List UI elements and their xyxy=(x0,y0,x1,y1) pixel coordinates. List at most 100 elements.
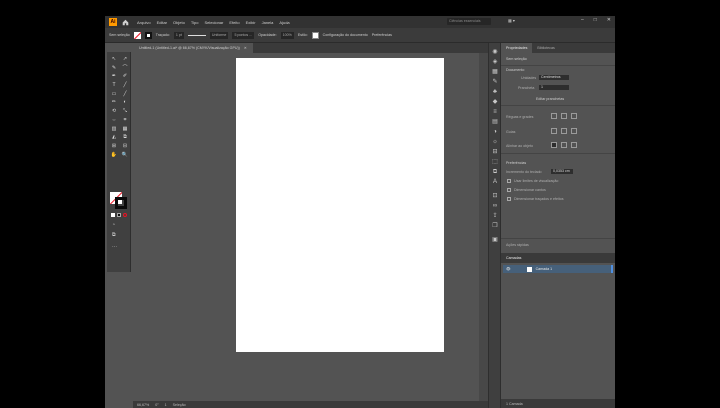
document-setup-button[interactable]: Configuração do documento xyxy=(323,33,368,37)
units-dropdown[interactable]: Centímetros xyxy=(539,75,569,80)
gradient-mode-icon[interactable] xyxy=(117,213,121,217)
transform-icon[interactable]: ⬚ xyxy=(492,159,498,165)
tool-button-7[interactable]: ╱ xyxy=(121,82,129,89)
canvas-area[interactable] xyxy=(133,53,479,401)
tab-properties[interactable]: Propriedades xyxy=(501,43,533,53)
symbols-icon[interactable]: ♣ xyxy=(492,89,498,95)
vertical-scrollbar[interactable] xyxy=(479,53,488,401)
asset-export-icon[interactable]: ⇪ xyxy=(492,213,498,219)
smart-guides-icon[interactable] xyxy=(571,128,577,134)
color-icon[interactable]: ◉ xyxy=(492,49,498,55)
tool-button-15[interactable]: ⌗ xyxy=(121,117,129,124)
menu-exibir[interactable]: Exibir xyxy=(246,20,256,25)
stroke-weight-field[interactable]: 1 pt xyxy=(173,31,184,39)
appearance-icon[interactable]: ☼ xyxy=(492,139,498,145)
rotation-field[interactable]: 0° xyxy=(155,403,158,407)
layer-name[interactable]: Camada 1 xyxy=(536,267,553,271)
tool-button-3[interactable]: ⌒ xyxy=(121,65,129,72)
tool-button-9[interactable]: ╱ xyxy=(121,91,129,98)
tool-button-5[interactable]: ✐ xyxy=(121,73,129,80)
zoom-field[interactable]: 66,67% xyxy=(137,403,149,407)
transparency-icon[interactable]: ◑ xyxy=(492,129,498,135)
tool-button-8[interactable]: ▭ xyxy=(110,91,118,98)
menu-efeito[interactable]: Efeito xyxy=(229,20,239,25)
document-tab[interactable]: Untitled-1 (Untitled-1.ai* @ 66,67% (CMY… xyxy=(133,43,253,53)
scale-strokes-checkbox[interactable] xyxy=(507,197,511,201)
menu-ajuda[interactable]: Ajuda xyxy=(279,20,289,25)
tool-button-17[interactable]: ▦ xyxy=(121,126,129,133)
align-icon[interactable]: ⊟ xyxy=(492,149,498,155)
graphic-styles-icon[interactable]: ◆ xyxy=(492,99,498,105)
visibility-eye-icon[interactable]: 👁 xyxy=(506,267,511,271)
minimize-button[interactable]: – xyxy=(581,17,584,23)
stroke-swatch[interactable] xyxy=(144,31,152,39)
layers-icon[interactable]: ❐ xyxy=(492,223,498,229)
stroke-icon[interactable]: ≡ xyxy=(492,109,498,115)
tool-button-16[interactable]: ▥ xyxy=(110,126,118,133)
none-mode-icon[interactable] xyxy=(123,213,127,217)
snap-to-glyph-icon[interactable] xyxy=(571,142,577,148)
lock-guides-icon[interactable] xyxy=(561,128,567,134)
scale-corners-checkbox[interactable] xyxy=(507,188,511,192)
fill-swatch[interactable] xyxy=(133,31,141,39)
snap-to-point-icon[interactable] xyxy=(551,142,557,148)
artboard-navigator[interactable]: 1 xyxy=(165,403,167,407)
tool-button-6[interactable]: T xyxy=(110,82,118,89)
draw-mode-icon[interactable]: ◔ xyxy=(112,222,115,228)
artboard[interactable] xyxy=(236,58,444,352)
stroke-profile-dropdown[interactable]: Uniforme xyxy=(209,31,229,39)
libraries-icon[interactable]: ▣ xyxy=(492,237,498,243)
tool-button-21[interactable]: ⊟ xyxy=(121,143,129,150)
edit-toolbar-icon[interactable]: ··· xyxy=(112,244,117,250)
swatches-icon[interactable]: ▦ xyxy=(492,69,498,75)
character-icon[interactable]: A xyxy=(492,179,498,185)
menu-selecionar[interactable]: Selecionar xyxy=(204,20,223,25)
tool-button-1[interactable]: ↗ xyxy=(121,56,129,63)
help-search-input[interactable]: Ciências essenciais xyxy=(447,18,491,25)
tool-button-19[interactable]: ⧉ xyxy=(121,134,129,141)
layers-title[interactable]: Camadas xyxy=(506,256,521,260)
tool-button-12[interactable]: ⟲ xyxy=(110,108,118,115)
menu-tipo[interactable]: Tipo xyxy=(191,20,199,25)
snap-to-pixel-icon[interactable] xyxy=(561,142,567,148)
tool-button-14[interactable]: ⇔ xyxy=(110,117,118,124)
opacity-label[interactable]: Opacidade: xyxy=(258,33,276,37)
layer-row[interactable]: 👁 Camada 1 xyxy=(503,265,613,273)
tool-button-18[interactable]: ◭ xyxy=(110,134,118,141)
home-icon[interactable] xyxy=(121,18,129,26)
workspace-switcher-icon[interactable]: ▦ ▾ xyxy=(508,18,515,23)
preferences-button[interactable]: Preferências xyxy=(372,33,392,37)
opacity-field[interactable]: 100% xyxy=(280,31,294,39)
menu-editar[interactable]: Editar xyxy=(157,20,167,25)
tool-button-22[interactable]: ✋ xyxy=(110,152,118,159)
pathfinder-icon[interactable]: ⧉ xyxy=(492,169,498,175)
stroke-label[interactable]: Traçado: xyxy=(156,33,170,37)
tool-button-2[interactable]: ✎ xyxy=(110,65,118,72)
close-tab-icon[interactable]: ✕ xyxy=(244,46,247,50)
menu-janela[interactable]: Janela xyxy=(262,20,274,25)
gradient-icon[interactable]: ▤ xyxy=(492,119,498,125)
menu-objeto[interactable]: Objeto xyxy=(173,20,185,25)
show-guides-icon[interactable] xyxy=(551,128,557,134)
links-icon[interactable]: ∞ xyxy=(492,203,498,209)
tool-button-13[interactable]: ⤡ xyxy=(121,108,129,115)
color-guide-icon[interactable]: ◈ xyxy=(492,59,498,65)
grid-icon[interactable] xyxy=(561,113,567,119)
screen-mode-icon[interactable]: ⧉ xyxy=(112,232,116,238)
tool-button-20[interactable]: ⊞ xyxy=(110,143,118,150)
status-mode[interactable]: Seleção xyxy=(173,403,186,407)
tool-button-4[interactable]: ✒ xyxy=(110,73,118,80)
tab-libraries[interactable]: Bibliotecas xyxy=(532,43,559,53)
transparency-grid-icon[interactable] xyxy=(571,113,577,119)
keyboard-increment-field[interactable]: 0,0353 cm xyxy=(551,169,573,174)
stroke-color-indicator[interactable] xyxy=(115,197,127,209)
color-mode-icon[interactable] xyxy=(111,213,115,217)
tool-button-11[interactable]: ◐ xyxy=(121,99,129,106)
brushes-icon[interactable]: ✎ xyxy=(492,79,498,85)
preview-bounds-checkbox[interactable] xyxy=(507,179,511,183)
tool-button-23[interactable]: 🔍 xyxy=(121,152,129,159)
edit-artboards-button[interactable]: Editar pranchetas xyxy=(536,97,564,101)
maximize-button[interactable]: □ xyxy=(594,17,597,23)
close-window-button[interactable]: ✕ xyxy=(607,17,611,23)
artboard-dropdown[interactable]: 1 xyxy=(539,85,569,90)
